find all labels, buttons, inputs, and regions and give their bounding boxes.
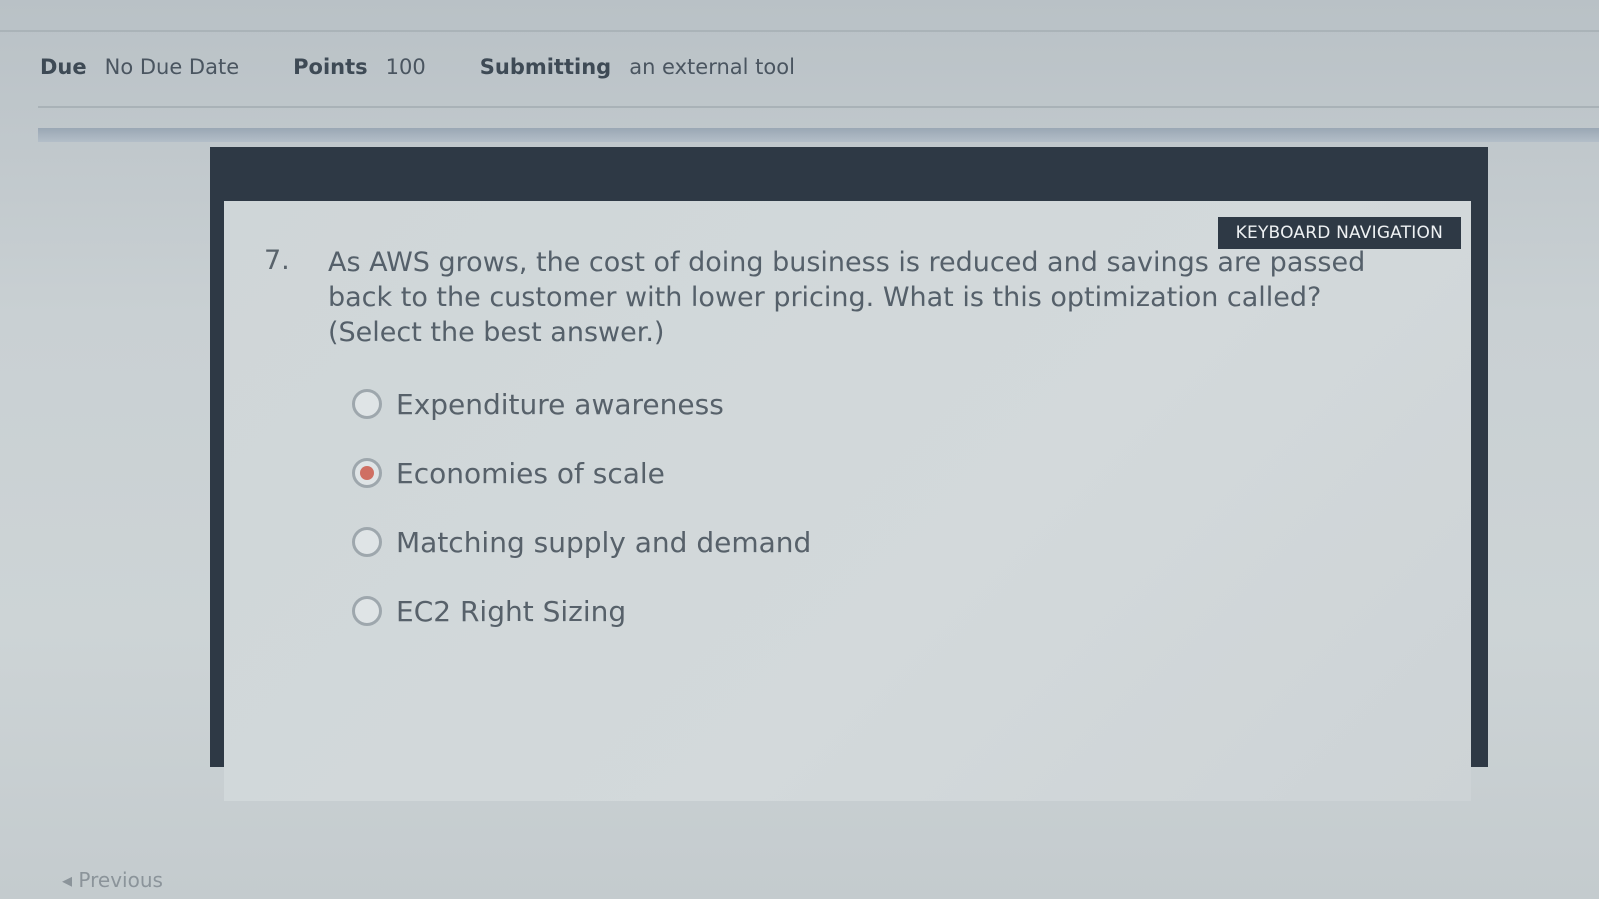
due-label: Due	[40, 55, 87, 79]
radio-button[interactable]	[352, 527, 382, 557]
assignment-details: Due No Due Date Points 100 Submitting an…	[40, 52, 849, 82]
content-band	[38, 128, 1599, 142]
answer-label: Matching supply and demand	[396, 525, 812, 559]
answer-label: EC2 Right Sizing	[396, 594, 627, 628]
answer-list: Expenditure awareness Economies of scale…	[352, 381, 811, 657]
answer-option[interactable]: Matching supply and demand	[352, 519, 811, 565]
question-text: As AWS grows, the cost of doing business…	[328, 247, 1366, 348]
radio-button-selected[interactable]	[352, 458, 382, 488]
details-divider	[38, 106, 1599, 108]
points-label: Points	[293, 55, 368, 79]
points-value: 100	[385, 55, 426, 79]
submitting-value: an external tool	[629, 55, 795, 79]
answer-option[interactable]: EC2 Right Sizing	[352, 588, 811, 634]
answer-label: Economies of scale	[396, 456, 665, 490]
radio-button[interactable]	[352, 389, 382, 419]
question-number: 7.	[264, 245, 290, 276]
answer-option[interactable]: Expenditure awareness	[352, 381, 811, 427]
quiz-panel: KEYBOARD NAVIGATION 7. As AWS grows, the…	[224, 201, 1471, 801]
radio-button[interactable]	[352, 596, 382, 626]
previous-link[interactable]: ◂ Previous	[62, 868, 163, 892]
answer-option[interactable]: Economies of scale	[352, 450, 811, 496]
due-value: No Due Date	[104, 55, 240, 79]
top-divider	[0, 30, 1599, 32]
submitting-label: Submitting	[479, 55, 612, 79]
answer-label: Expenditure awareness	[396, 387, 724, 421]
